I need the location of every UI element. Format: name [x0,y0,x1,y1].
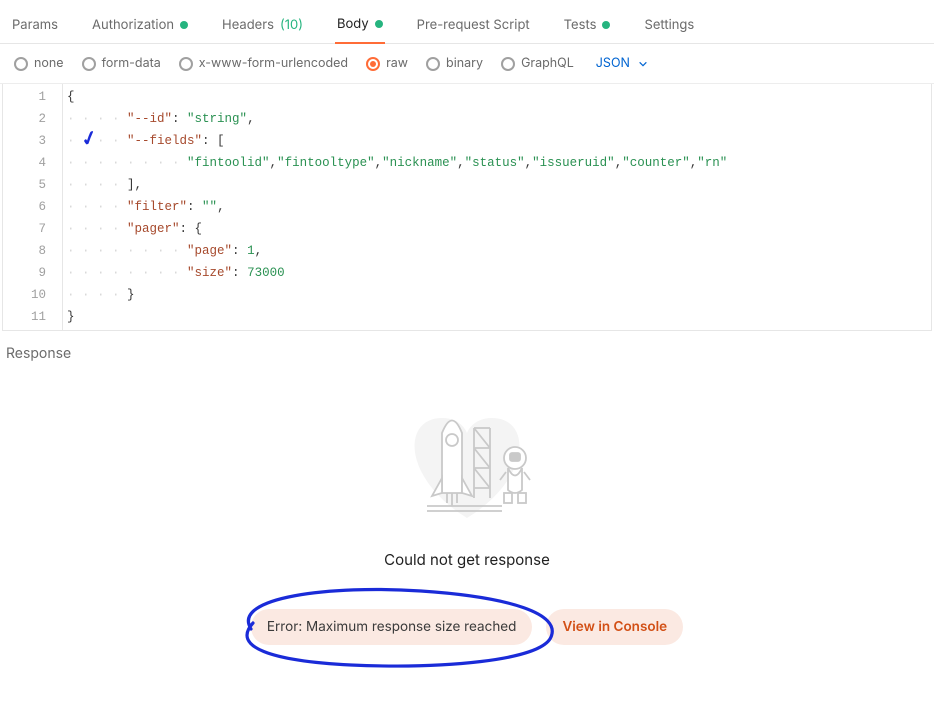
radio-icon [426,57,440,71]
line-gutter: 1 2 3 4 5 6 7 8 9 10 11 [3,84,63,330]
dot-icon [375,20,383,28]
body-format-select[interactable]: JSON [596,56,648,71]
radio-icon [501,57,515,71]
view-in-console-button[interactable]: View in Console [546,609,683,645]
line-number: 3 [3,130,62,152]
line-number: 7 [3,218,62,240]
body-type-row: none form-data x-www-form-urlencoded raw… [0,44,934,84]
body-type-binary[interactable]: binary [426,56,483,71]
chevron-down-icon [638,59,648,69]
line-number: 8 [3,240,62,262]
line-number: 4 [3,152,62,174]
body-type-raw[interactable]: raw [366,56,408,71]
radio-icon [14,57,28,71]
line-number: 1 [3,86,62,108]
response-error-row: Error: Maximum response size reached Vie… [251,609,683,645]
line-number: 5 [3,174,62,196]
body-type-formdata[interactable]: form-data [82,56,161,71]
line-number: 9 [3,262,62,284]
code-area[interactable]: ✓ { · · · · "--id": "string", · · · · "-… [63,84,931,330]
body-editor[interactable]: 1 2 3 4 5 6 7 8 9 10 11 ✓ { · · · · "--i… [2,84,932,331]
tab-authorization[interactable]: Authorization [90,11,190,43]
response-body: Could not get response Error: Maximum re… [0,368,934,645]
response-title: Response [0,331,934,368]
error-badge: Error: Maximum response size reached [251,609,533,645]
tab-body[interactable]: Body [335,10,385,44]
line-number: 10 [3,284,62,306]
body-type-none[interactable]: none [14,56,64,71]
tab-params[interactable]: Params [10,11,60,43]
line-number: 11 [3,306,62,328]
dot-icon [602,21,610,29]
tab-tests[interactable]: Tests [562,11,613,43]
line-number: 6 [3,196,62,218]
rocket-astronaut-icon [372,378,562,528]
tab-prerequest[interactable]: Pre-request Script [415,11,532,43]
tab-settings[interactable]: Settings [642,11,696,43]
body-type-graphql[interactable]: GraphQL [501,56,574,71]
radio-icon [82,57,96,71]
dot-icon [180,21,188,29]
radio-icon [179,57,193,71]
radio-icon [366,57,380,71]
body-type-urlencoded[interactable]: x-www-form-urlencoded [179,56,348,71]
tab-headers[interactable]: Headers (10) [220,11,305,43]
response-message: Could not get response [384,550,550,569]
request-tabs: Params Authorization Headers (10) Body P… [0,0,934,44]
line-number: 2 [3,108,62,130]
